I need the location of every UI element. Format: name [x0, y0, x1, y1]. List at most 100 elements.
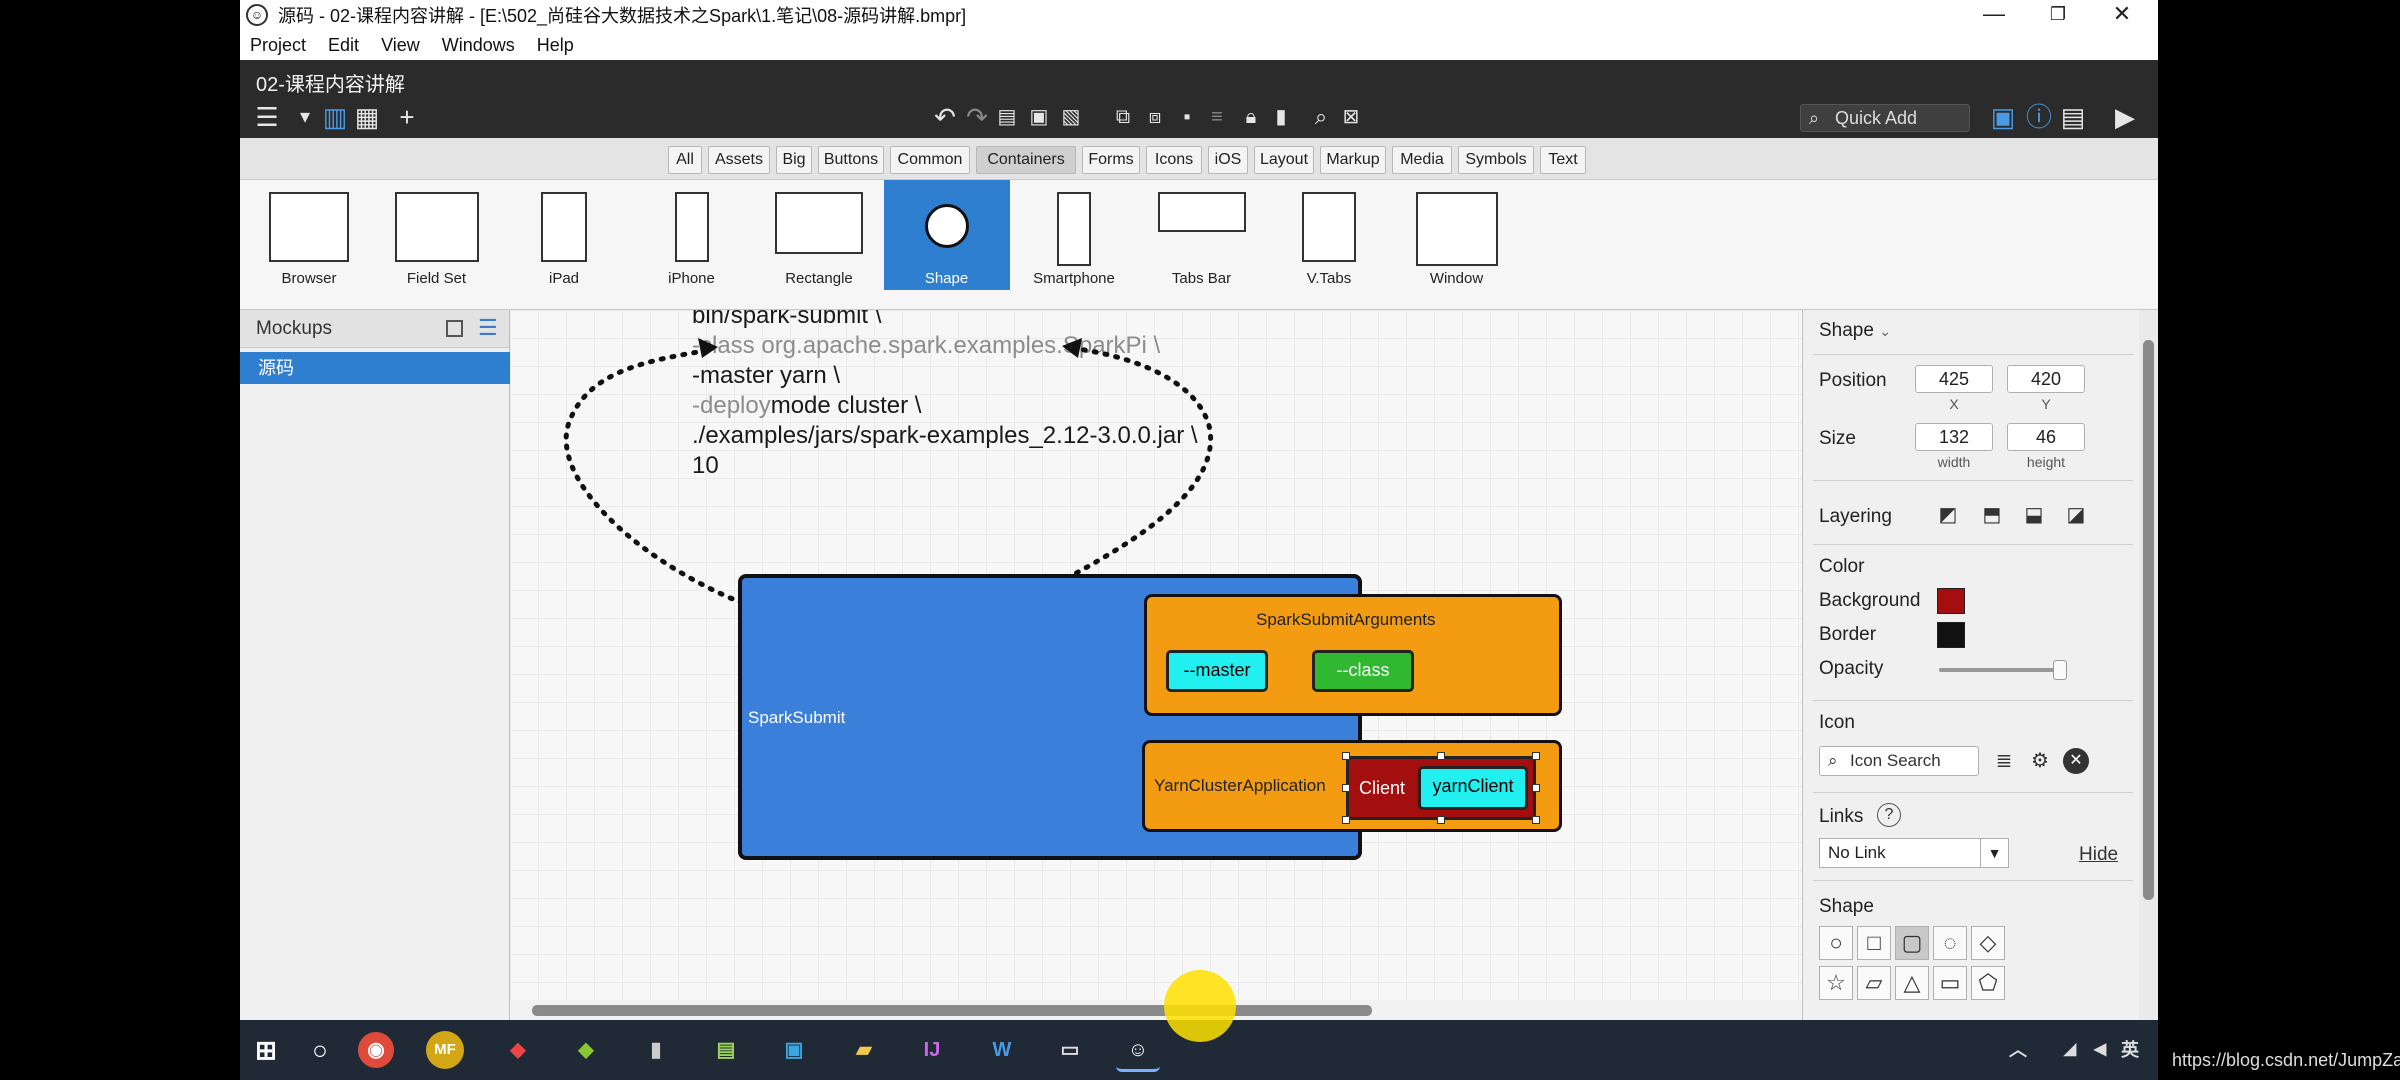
- parallelogram-shape-icon[interactable]: ▱: [1857, 966, 1891, 1000]
- star-shape-icon[interactable]: ☆: [1819, 966, 1853, 1000]
- library-item-window[interactable]: Window: [1394, 180, 1520, 290]
- properties-header[interactable]: Shape ⌄: [1819, 320, 1891, 342]
- filter-tab-ios[interactable]: iOS: [1208, 146, 1248, 174]
- library-item-tabs-bar[interactable]: Tabs Bar: [1139, 180, 1265, 290]
- close-button[interactable]: ✕: [2090, 0, 2154, 30]
- minimize-button[interactable]: —: [1962, 0, 2026, 30]
- master-chip[interactable]: --master: [1166, 650, 1268, 692]
- filter-tab-text[interactable]: Text: [1540, 146, 1586, 174]
- callout-shape-icon[interactable]: ▭: [1933, 966, 1967, 1000]
- triangle-shape-icon[interactable]: △: [1895, 966, 1929, 1000]
- intellij-icon[interactable]: IJ: [910, 1028, 954, 1072]
- quick-add-input[interactable]: ⌕ Quick Add: [1800, 104, 1970, 132]
- menu-help[interactable]: Help: [537, 35, 574, 56]
- distribute-icon[interactable]: ≡: [1202, 102, 1232, 132]
- dashed-circle-shape-icon[interactable]: ◌: [1933, 926, 1967, 960]
- resize-handle[interactable]: [1532, 784, 1540, 792]
- info-icon[interactable]: ⓘ: [2024, 102, 2054, 132]
- lock-icon[interactable]: 🔒︎: [1236, 102, 1266, 132]
- bring-forward-icon[interactable]: ⬒: [1979, 502, 2005, 528]
- terminal-icon[interactable]: ▭: [1048, 1028, 1092, 1072]
- redo-icon[interactable]: ↷: [962, 102, 992, 132]
- trash-icon[interactable]: ▮: [1266, 102, 1296, 132]
- green-app-icon[interactable]: ◆: [564, 1028, 608, 1072]
- group-icon[interactable]: ⧉: [1108, 102, 1138, 132]
- filter-tab-assets[interactable]: Assets: [708, 146, 770, 174]
- diamond-shape-icon[interactable]: ◇: [1971, 926, 2005, 960]
- bring-to-front-icon[interactable]: ◩: [1935, 502, 1961, 528]
- filter-tab-media[interactable]: Media: [1392, 146, 1452, 174]
- library-item-field-set[interactable]: Field Set: [374, 180, 500, 290]
- thumbnail-view-icon[interactable]: [446, 320, 463, 337]
- chrome-icon[interactable]: ◉: [358, 1032, 394, 1068]
- rounded-rectangle-shape-icon[interactable]: ▢: [1895, 926, 1929, 960]
- width-field[interactable]: 132: [1915, 423, 1993, 451]
- maximize-button[interactable]: ❐: [2026, 0, 2090, 30]
- square-shape-icon[interactable]: □: [1857, 926, 1891, 960]
- presentation-icon[interactable]: ▶: [2110, 102, 2140, 132]
- clear-markup-icon[interactable]: ⊠: [1336, 102, 1366, 132]
- panel-toggle-icon[interactable]: ▾: [290, 102, 320, 132]
- mockup-item[interactable]: 源码: [240, 352, 510, 384]
- filter-tab-markup[interactable]: Markup: [1320, 146, 1386, 174]
- file-explorer-icon[interactable]: ▰: [842, 1028, 886, 1072]
- input-method-indicator[interactable]: 英: [2108, 1028, 2152, 1072]
- properties-scroll-thumb[interactable]: [2143, 340, 2154, 900]
- ungroup-icon[interactable]: ⧈: [1140, 102, 1170, 132]
- search-icon[interactable]: ⌕: [1306, 102, 1336, 132]
- mf-app-icon[interactable]: MF: [426, 1031, 464, 1069]
- filter-tab-common[interactable]: Common: [890, 146, 970, 174]
- virtualbox-icon[interactable]: ▣: [772, 1028, 816, 1072]
- filter-tab-forms[interactable]: Forms: [1082, 146, 1140, 174]
- notepad-icon[interactable]: ▤: [704, 1028, 748, 1072]
- tab-shape-icon[interactable]: ⬠: [1971, 966, 2005, 1000]
- border-color-swatch[interactable]: [1937, 622, 1965, 648]
- align-icon[interactable]: ▪: [1172, 102, 1202, 132]
- icon-browse-icon[interactable]: ≣: [1991, 748, 2017, 774]
- resize-handle[interactable]: [1437, 816, 1445, 824]
- ui-library-icon[interactable]: ▣: [1988, 102, 2018, 132]
- background-color-swatch[interactable]: [1937, 588, 1965, 614]
- horizontal-scroll-thumb[interactable]: [532, 1005, 1372, 1016]
- library-item-rectangle[interactable]: Rectangle: [756, 180, 882, 290]
- tray-chevron-up-icon[interactable]: ︿: [1996, 1028, 2040, 1072]
- windows-start-icon[interactable]: ⊞: [244, 1028, 288, 1072]
- cut-icon[interactable]: ▤: [992, 102, 1022, 132]
- yarn-client-chip[interactable]: yarnClient: [1418, 766, 1528, 810]
- cortana-search-icon[interactable]: ○: [298, 1028, 342, 1072]
- canvas[interactable]: bin/spark-submit \ -class org.apache.spar…: [510, 310, 1802, 1020]
- filter-tab-icons[interactable]: Icons: [1146, 146, 1202, 174]
- layout-panels-icon[interactable]: ▥: [320, 102, 350, 132]
- resize-handle[interactable]: [1532, 752, 1540, 760]
- filter-tab-all[interactable]: All: [668, 146, 702, 174]
- list-view-icon[interactable]: ☰: [478, 316, 498, 340]
- icon-search-field[interactable]: ⌕ Icon Search: [1819, 746, 1979, 776]
- balsamiq-taskbar-icon[interactable]: ☺: [1116, 1028, 1160, 1072]
- position-y-field[interactable]: 420: [2007, 365, 2085, 393]
- class-chip[interactable]: --class: [1312, 650, 1414, 692]
- opacity-slider-handle[interactable]: [2053, 660, 2067, 680]
- clear-icon[interactable]: ✕: [2063, 748, 2089, 774]
- filter-tab-symbols[interactable]: Symbols: [1458, 146, 1534, 174]
- horizontal-scrollbar[interactable]: [510, 1000, 1802, 1020]
- resize-handle[interactable]: [1437, 752, 1445, 760]
- menu-windows[interactable]: Windows: [442, 35, 515, 56]
- undo-icon[interactable]: ↶: [930, 102, 960, 132]
- hide-link[interactable]: Hide: [2079, 844, 2118, 866]
- menu-view[interactable]: View: [381, 35, 420, 56]
- grid-view-icon[interactable]: ▦: [352, 102, 382, 132]
- help-icon[interactable]: ?: [1877, 803, 1901, 827]
- resize-handle[interactable]: [1342, 816, 1350, 824]
- icon-settings-icon[interactable]: ⚙: [2027, 748, 2053, 774]
- filter-tab-big[interactable]: Big: [776, 146, 812, 174]
- properties-scrollbar[interactable]: [2139, 310, 2158, 1020]
- menu-project[interactable]: Project: [250, 35, 306, 56]
- snail-app-icon[interactable]: ◆: [496, 1028, 540, 1072]
- resize-handle[interactable]: [1342, 784, 1350, 792]
- library-item-smartphone[interactable]: Smartphone: [1011, 180, 1137, 290]
- filter-tab-layout[interactable]: Layout: [1254, 146, 1314, 174]
- properties-list-icon[interactable]: ▤: [2058, 102, 2088, 132]
- library-item-ipad[interactable]: iPad: [501, 180, 627, 290]
- library-item-v-tabs[interactable]: V.Tabs: [1266, 180, 1392, 290]
- word-icon[interactable]: W: [980, 1028, 1024, 1072]
